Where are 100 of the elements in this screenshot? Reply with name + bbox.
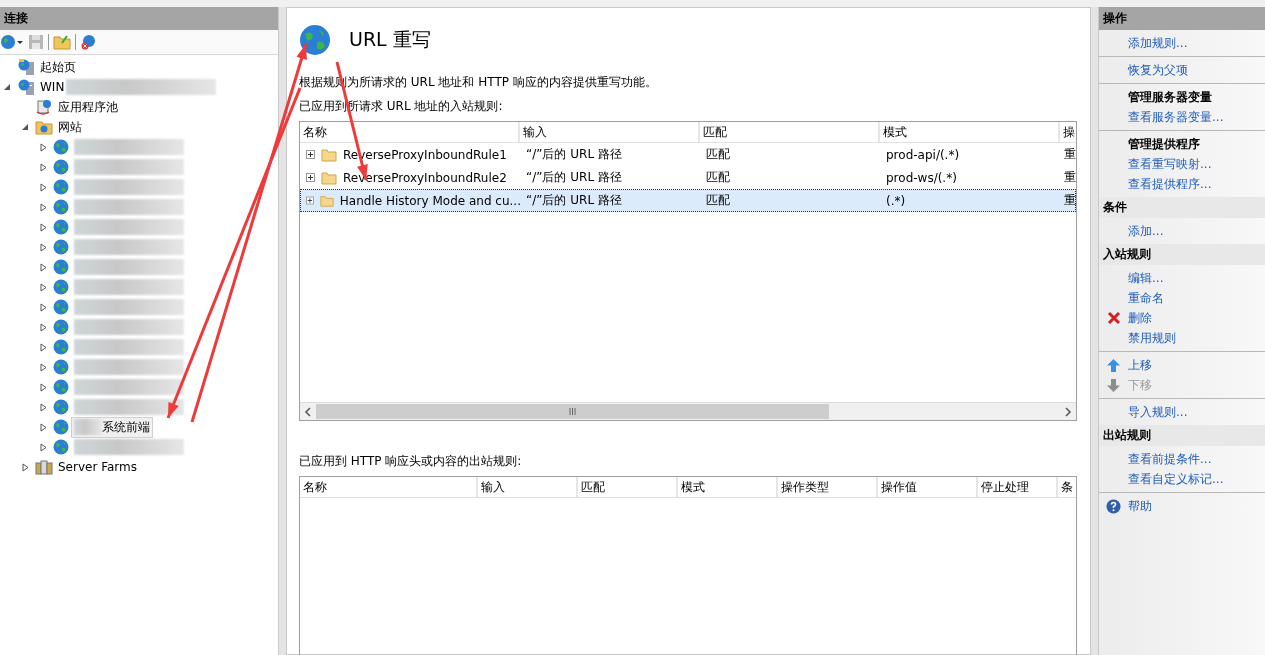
action-link[interactable]: 查看服务器变量...: [1128, 108, 1224, 126]
expanded-triangle-icon[interactable]: [22, 122, 30, 132]
table-cell: Handle History Mode and cu...: [339, 193, 521, 208]
globe-icon: [53, 439, 69, 455]
collapsed-triangle-icon[interactable]: [40, 322, 48, 332]
tree-item[interactable]: 应用程序池: [58, 98, 118, 116]
action-link[interactable]: 禁用规则: [1128, 329, 1176, 347]
action-link[interactable]: 查看重写映射...: [1128, 155, 1212, 173]
column-header[interactable]: 输入: [478, 477, 578, 497]
folder-icon[interactable]: [53, 34, 71, 50]
globe-icon: [53, 319, 69, 335]
table-cell: 匹配: [706, 192, 730, 209]
collapsed-triangle-icon[interactable]: [40, 402, 48, 412]
expanded-triangle-icon[interactable]: [4, 82, 12, 92]
action-link[interactable]: 查看提供程序...: [1128, 175, 1212, 193]
globe-icon: [53, 139, 69, 155]
collapsed-triangle-icon[interactable]: [40, 382, 48, 392]
collapsed-triangle-icon[interactable]: [40, 442, 48, 452]
action-link[interactable]: 查看前提条件...: [1128, 450, 1212, 468]
group-title: 管理服务器变量: [1128, 88, 1212, 106]
tree-item[interactable]: 网站: [58, 118, 82, 136]
globe-icon: [53, 419, 69, 435]
collapsed-triangle-icon[interactable]: [40, 302, 48, 312]
section-title: 出站规则: [1103, 427, 1151, 444]
globe-icon: [53, 299, 69, 315]
pane-title: 操作: [1103, 10, 1127, 27]
table-cell: 重: [1064, 146, 1076, 163]
column-header[interactable]: 输入: [520, 122, 700, 142]
collapsed-triangle-icon[interactable]: [40, 142, 48, 152]
folder-globe-icon: [35, 119, 53, 135]
globe-icon: [53, 239, 69, 255]
action-link[interactable]: 查看自定义标记...: [1128, 470, 1224, 488]
column-header[interactable]: 名称: [300, 122, 520, 142]
collapsed-triangle-icon[interactable]: [40, 262, 48, 272]
folder-icon: [319, 193, 334, 208]
folder-icon: [321, 147, 337, 162]
tree-item[interactable]: 起始页: [40, 58, 76, 76]
scrollbar-thumb[interactable]: [316, 404, 829, 419]
column-header[interactable]: 匹配: [700, 122, 880, 142]
expand-plus-icon[interactable]: [306, 196, 314, 205]
down-arrow-icon: [1107, 378, 1120, 392]
globe-icon: [53, 199, 69, 215]
action-link[interactable]: 帮助: [1128, 497, 1152, 515]
collapsed-triangle-icon[interactable]: [40, 162, 48, 172]
collapsed-triangle-icon[interactable]: [40, 422, 48, 432]
table-row[interactable]: ReverseProxyInboundRule2 “/”后的 URL 路径 匹配 prod-ws/(.*) 重: [300, 166, 1076, 189]
globe-icon: [53, 179, 69, 195]
action-link[interactable]: 重命名: [1128, 289, 1164, 307]
globe-icon: [53, 379, 69, 395]
folder-icon: [321, 170, 337, 185]
connect-globe-icon[interactable]: [0, 33, 24, 51]
page-title: URL 重写: [349, 27, 431, 52]
table-cell: 重: [1064, 192, 1076, 209]
group-title: 管理提供程序: [1128, 135, 1200, 153]
action-link[interactable]: 添加规则...: [1128, 34, 1188, 52]
server-globe-icon: [17, 79, 35, 95]
column-header[interactable]: 操: [1060, 122, 1076, 142]
collapsed-triangle-icon[interactable]: [40, 182, 48, 192]
column-header[interactable]: 条: [1058, 477, 1074, 497]
disconnect-icon[interactable]: [80, 34, 98, 50]
table-cell: 匹配: [706, 169, 730, 186]
column-header[interactable]: 操作类型: [778, 477, 878, 497]
table-cell: 匹配: [706, 146, 730, 163]
collapsed-triangle-icon[interactable]: [40, 362, 48, 372]
column-header[interactable]: 匹配: [578, 477, 678, 497]
column-header[interactable]: 停止处理: [978, 477, 1058, 497]
column-header[interactable]: 操作值: [878, 477, 978, 497]
table-cell: prod-ws/(.*): [886, 170, 957, 185]
column-header[interactable]: 模式: [880, 122, 1060, 142]
table-cell: “/”后的 URL 路径: [526, 169, 622, 186]
column-header[interactable]: 名称: [300, 477, 478, 497]
section-title: 入站规则: [1103, 246, 1151, 263]
collapsed-triangle-icon[interactable]: [40, 282, 48, 292]
tree-item[interactable]: Server Farms: [58, 460, 137, 474]
server-farm-icon: [35, 459, 53, 475]
globe-icon: [53, 339, 69, 355]
collapsed-triangle-icon[interactable]: [40, 342, 48, 352]
collapsed-triangle-icon[interactable]: [40, 222, 48, 232]
column-header[interactable]: 模式: [678, 477, 778, 497]
section-title: 条件: [1103, 199, 1127, 216]
server-globe-icon: [17, 59, 35, 75]
collapsed-triangle-icon[interactable]: [22, 462, 30, 472]
table-row[interactable]: Handle History Mode and cu... “/”后的 URL 路径 匹配 (.*) 重: [300, 189, 1076, 212]
action-link[interactable]: 添加...: [1128, 222, 1164, 240]
action-link[interactable]: 导入规则...: [1128, 403, 1188, 421]
tree-item[interactable]: WIN: [40, 80, 65, 94]
action-link[interactable]: 编辑...: [1128, 269, 1164, 287]
table-cell: (.*): [886, 193, 906, 208]
help-icon: [1106, 498, 1121, 514]
action-link[interactable]: 删除: [1128, 309, 1152, 327]
globe-icon: [53, 279, 69, 295]
globe-icon: [53, 259, 69, 275]
expand-plus-icon[interactable]: [306, 150, 315, 159]
globe-icon: [53, 359, 69, 375]
expand-plus-icon[interactable]: [306, 173, 315, 182]
collapsed-triangle-icon[interactable]: [40, 242, 48, 252]
globe-icon: [299, 24, 331, 56]
collapsed-triangle-icon[interactable]: [40, 202, 48, 212]
action-link[interactable]: 恢复为父项: [1128, 61, 1188, 79]
action-link[interactable]: 上移: [1128, 356, 1152, 374]
